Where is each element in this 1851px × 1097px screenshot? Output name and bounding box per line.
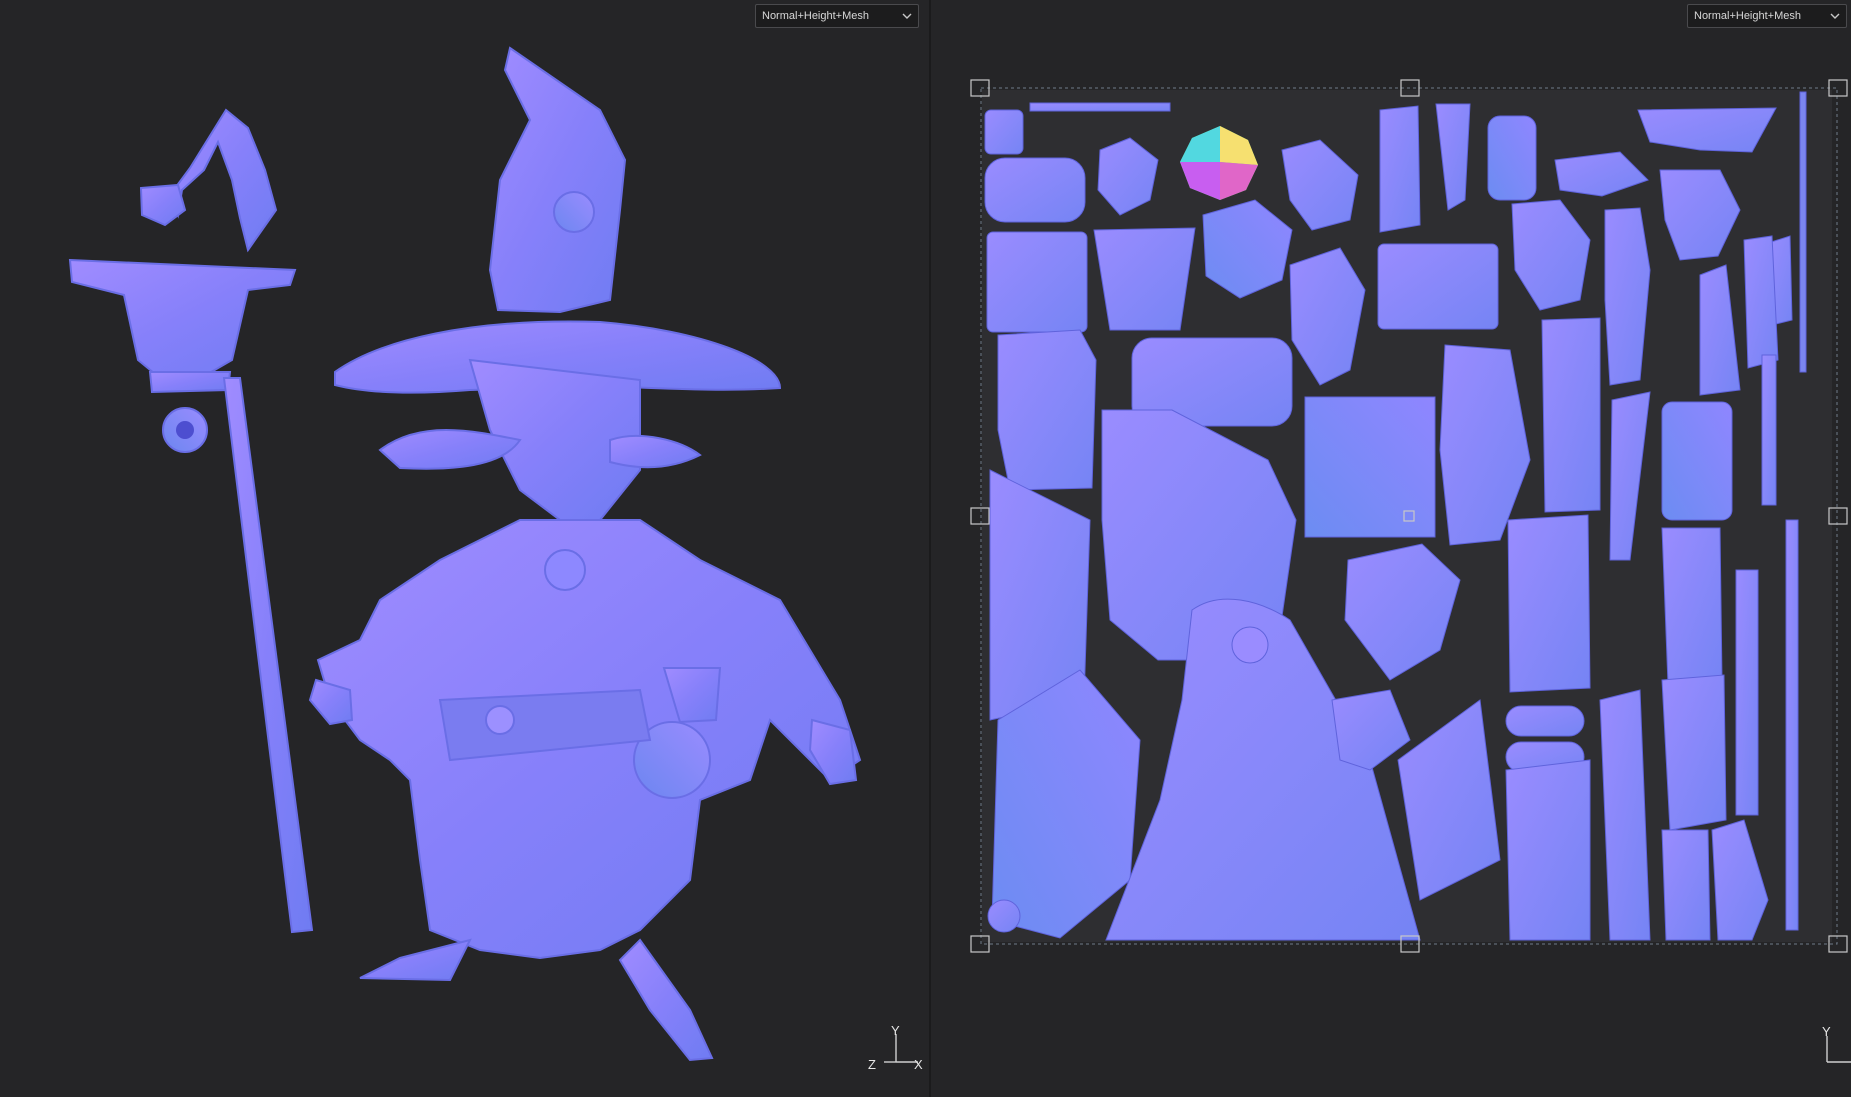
viewport-2d-uv[interactable]: Normal+Height+Mesh Y — [931, 0, 1851, 1097]
wizard-body-mesh — [308, 46, 862, 1062]
chevron-down-icon — [902, 13, 912, 19]
axis-gizmo-icon: Y — [1822, 1024, 1851, 1063]
axis-label-y: Y — [1822, 1024, 1831, 1039]
uv-texture-sheet[interactable] — [931, 0, 1851, 1097]
axis-label-z: Z — [868, 1057, 876, 1072]
axis-label-x: X — [914, 1057, 923, 1072]
display-mode-dropdown[interactable]: Normal+Height+Mesh — [1687, 4, 1847, 28]
display-mode-label: Normal+Height+Mesh — [1694, 10, 1801, 22]
display-mode-label: Normal+Height+Mesh — [762, 10, 869, 22]
viewport-3d[interactable]: Normal+Height+Mesh Y Z X — [0, 0, 929, 1097]
staff-lantern-mesh — [68, 108, 314, 934]
chevron-down-icon — [1830, 13, 1840, 19]
axis-gizmo-icon: Y Z X — [868, 1024, 923, 1072]
wizard-3d-model[interactable] — [0, 0, 929, 1097]
display-mode-dropdown[interactable]: Normal+Height+Mesh — [755, 4, 919, 28]
axis-label-y: Y — [891, 1024, 900, 1038]
